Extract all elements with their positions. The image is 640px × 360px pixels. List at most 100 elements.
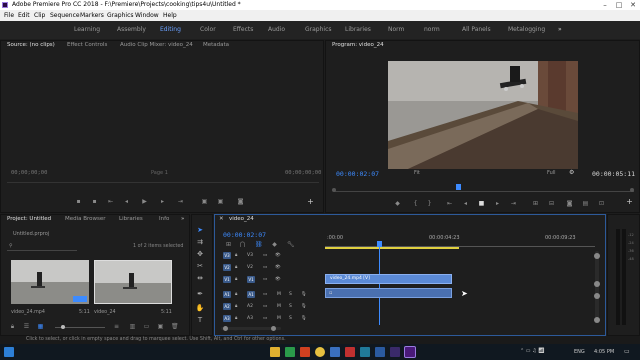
ws-editing[interactable]: Editing	[160, 21, 181, 39]
add-marker-icon[interactable]: ◆	[394, 200, 401, 207]
tab-libraries[interactable]: Libraries	[119, 215, 143, 224]
tab-metadata[interactable]: Metadata	[203, 41, 229, 50]
clock[interactable]: 4:05 PM	[594, 349, 614, 355]
ws-learning[interactable]: Learning	[74, 21, 100, 39]
add-marker-icon-3[interactable]: ◆	[271, 241, 278, 248]
menu-edit[interactable]: Edit	[18, 10, 30, 21]
export-frame-icon[interactable]: ◙	[237, 198, 244, 205]
chrome-icon[interactable]	[315, 347, 325, 357]
step-back-icon[interactable]: ◂	[123, 198, 130, 205]
overwrite-icon[interactable]: ▣	[217, 198, 224, 205]
tab-audio-clip-mixer[interactable]: Audio Clip Mixer: video_24	[120, 41, 193, 50]
tab-program[interactable]: Program: video_24	[332, 41, 384, 50]
insert-icon[interactable]: ▣	[201, 198, 208, 205]
ws-more-icon[interactable]: »	[558, 21, 562, 39]
list-view-icon[interactable]: ☰	[23, 323, 30, 330]
photoshop-icon[interactable]	[375, 347, 385, 357]
audio-clip[interactable]: ▫	[325, 288, 452, 298]
hand-tool-icon[interactable]: ✋	[195, 303, 205, 313]
razor-icon[interactable]: ✂	[195, 261, 205, 271]
a1-mute-m[interactable]: M	[277, 290, 281, 299]
quality-select[interactable]: Full	[547, 170, 556, 176]
a1-sync-icon[interactable]: ▭	[263, 290, 267, 299]
source-scrubber[interactable]	[7, 182, 319, 183]
video-clip[interactable]: video_24.mp4 [V]	[325, 274, 452, 284]
nest-icon[interactable]: ⊞	[225, 241, 232, 248]
add-button-icon[interactable]: +	[307, 198, 314, 206]
add-button-icon-2[interactable]: +	[626, 198, 633, 206]
tab-info[interactable]: Info	[159, 215, 169, 224]
menu-window[interactable]: Window	[135, 10, 159, 21]
tab-source[interactable]: Source: (no clips)	[7, 41, 55, 50]
compare-icon[interactable]: ▤	[582, 200, 589, 207]
close-icon[interactable]: ✕	[626, 0, 640, 10]
app-icon-6[interactable]	[345, 347, 355, 357]
a3-lock-icon[interactable]: 🔒︎	[235, 314, 237, 323]
v-scroll-handle-top[interactable]	[594, 253, 600, 259]
zoom-slider-handle[interactable]	[61, 325, 65, 329]
snap-icon[interactable]: ⋂	[239, 241, 246, 248]
ws-effects[interactable]: Effects	[233, 21, 253, 39]
language-indicator[interactable]: ENG	[574, 349, 585, 355]
v1-sync-icon[interactable]: ▭	[263, 275, 267, 284]
menu-graphics[interactable]: Graphics	[107, 10, 134, 21]
a1-mic-icon[interactable]: 🎙︎	[301, 290, 307, 299]
notifications-icon[interactable]: ▭	[624, 348, 630, 355]
v3-lock-icon[interactable]: 🔒︎	[235, 251, 237, 260]
tray-icons[interactable]: ⌃ ▭ ♫ 📶︎	[520, 348, 545, 354]
project-thumb-1[interactable]	[11, 260, 89, 304]
menu-help[interactable]: Help	[163, 10, 177, 21]
app-icon-9[interactable]	[390, 347, 400, 357]
go-to-in-icon-2[interactable]: ⇤	[446, 200, 453, 207]
a1-lock-icon[interactable]: 🔒︎	[235, 290, 237, 299]
ws-norm[interactable]: Norm	[388, 21, 404, 39]
v2-lock-icon[interactable]: 🔒︎	[235, 263, 237, 272]
target-a3[interactable]: A3	[223, 315, 231, 322]
ripple-edit-icon[interactable]: ✥	[195, 249, 205, 259]
menu-sequence[interactable]: Sequence	[50, 10, 80, 21]
project-thumb-2[interactable]	[94, 260, 172, 304]
ws-assembly[interactable]: Assembly	[117, 21, 146, 39]
explorer-icon[interactable]	[270, 347, 280, 357]
source-page-select[interactable]: Page 1	[151, 170, 168, 176]
target-v3[interactable]: V3	[223, 252, 231, 259]
automate-icon[interactable]: ▥	[129, 323, 136, 330]
step-forward-icon-2[interactable]: ▸	[494, 200, 501, 207]
a2-sync-icon[interactable]: ▭	[263, 302, 267, 311]
mark-out-icon[interactable]: ▪	[91, 198, 98, 205]
pen-tool-icon[interactable]: ✒	[195, 289, 205, 299]
menu-file[interactable]: File	[4, 10, 14, 21]
a1-label[interactable]: A1	[247, 291, 255, 298]
program-timecode[interactable]: 00:00:02:07	[336, 170, 379, 178]
target-v1[interactable]: V1	[223, 276, 231, 283]
a2-solo-s[interactable]: S	[289, 302, 292, 311]
sort-icon[interactable]: ≡	[113, 323, 120, 330]
settings-wrench-icon[interactable]: ⚙	[569, 169, 574, 176]
stop-icon[interactable]: ■	[478, 200, 485, 207]
slip-tool-icon[interactable]: ⇹	[195, 273, 205, 283]
tab-project[interactable]: Project: Untitled	[7, 215, 51, 224]
tab-effect-controls[interactable]: Effect Controls	[67, 41, 107, 50]
close-tab-icon[interactable]: ✕	[219, 215, 224, 224]
lift-icon[interactable]: ⊞	[532, 200, 539, 207]
v2-sync-icon[interactable]: ▭	[263, 263, 267, 272]
track-select-icon[interactable]: ⇉	[195, 237, 205, 247]
camera-icon[interactable]: ◙	[566, 200, 573, 207]
selection-tool-icon[interactable]: ➤	[195, 225, 205, 235]
fit-select[interactable]: Fit	[414, 170, 420, 176]
linked-select-icon[interactable]: ⛓	[255, 241, 263, 248]
timeline-timecode[interactable]: 00:00:02:07	[223, 231, 266, 239]
a2-lock-icon[interactable]: 🔒︎	[235, 302, 237, 311]
powerpoint-icon[interactable]	[300, 347, 310, 357]
a2-mic-icon[interactable]: 🎙︎	[301, 302, 307, 311]
panel-more-icon[interactable]: »	[181, 215, 184, 224]
menu-clip[interactable]: Clip	[34, 10, 45, 21]
ws-libraries[interactable]: Libraries	[345, 21, 371, 39]
app-icon-7[interactable]	[360, 347, 370, 357]
v1-label[interactable]: V1	[247, 276, 255, 283]
scrub-end-handle[interactable]	[630, 188, 634, 192]
v-scroll-handle-mid-2[interactable]	[594, 293, 600, 299]
ws-all-panels[interactable]: All Panels	[462, 21, 491, 39]
new-bin-icon[interactable]: ▭	[143, 323, 150, 330]
type-tool-icon[interactable]: T	[195, 315, 205, 325]
